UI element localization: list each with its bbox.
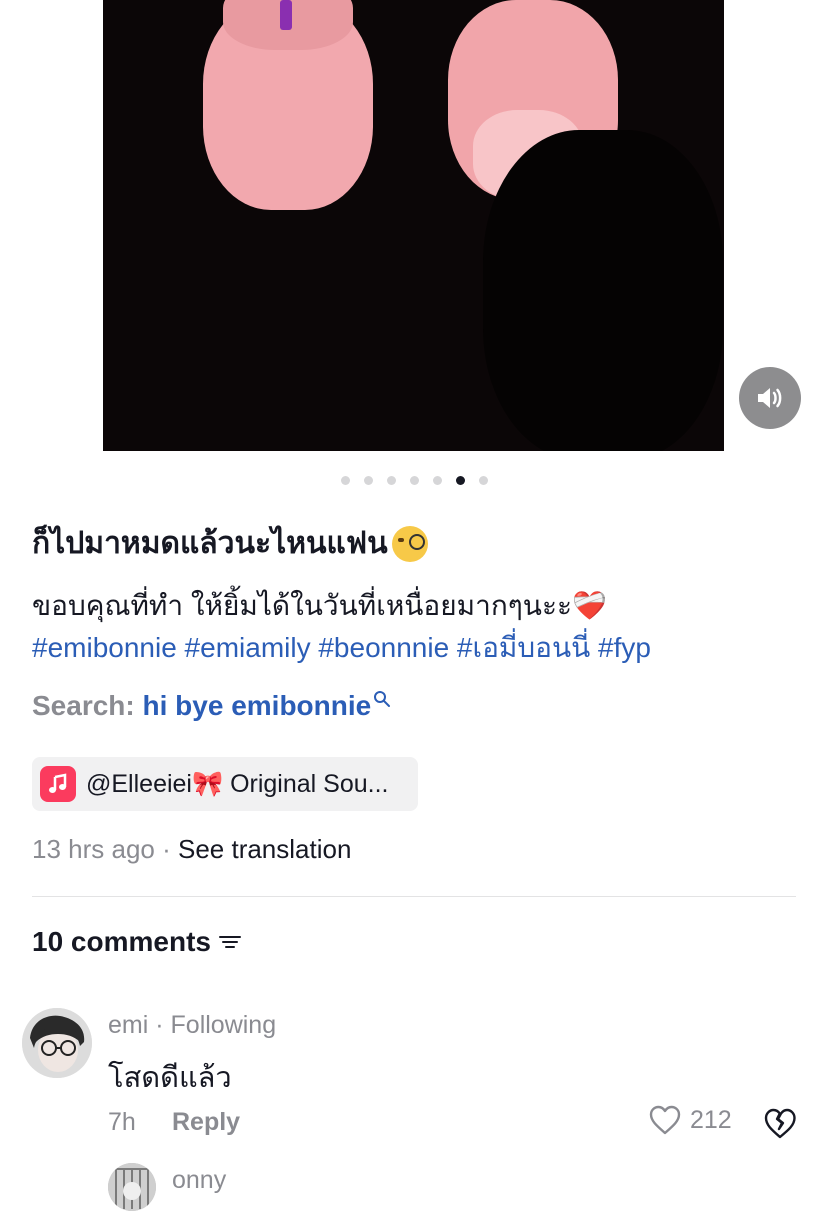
search-suggestion[interactable]: Search: hi bye emibonnie bbox=[32, 690, 391, 722]
carousel-dot[interactable] bbox=[363, 476, 373, 485]
sound-pill[interactable]: @Elleeiei🎀 Original Sou... bbox=[32, 757, 418, 811]
see-translation-link[interactable]: See translation bbox=[178, 834, 351, 864]
comment-text: โสดดีแล้ว bbox=[108, 1062, 232, 1094]
caption-title: ก็ไปมาหมดแล้วนะไหนแฟน bbox=[32, 520, 428, 567]
dislike-button[interactable] bbox=[762, 1106, 798, 1145]
following-label: · Following bbox=[148, 1011, 277, 1039]
carousel-dot[interactable] bbox=[478, 476, 488, 485]
reply-button[interactable]: Reply bbox=[172, 1108, 240, 1137]
search-prefix: Search: bbox=[32, 690, 135, 721]
divider bbox=[32, 896, 796, 897]
carousel-indicator bbox=[0, 476, 828, 485]
caption-body-text: ขอบคุณที่ทำ ให้ยิ้มได้ในวันที่เหนื่อยมาก… bbox=[32, 590, 573, 621]
carousel-dot[interactable] bbox=[386, 476, 396, 485]
caption-body: ขอบคุณที่ทำ ให้ยิ้มได้ในวันที่เหนื่อยมาก… bbox=[32, 585, 651, 669]
comment-like[interactable]: 212 bbox=[648, 1104, 732, 1136]
comments-header[interactable]: 10 comments bbox=[32, 926, 241, 958]
avatar[interactable] bbox=[22, 1008, 92, 1078]
heart-icon[interactable] bbox=[648, 1104, 682, 1136]
monocle-face-icon bbox=[391, 525, 428, 562]
like-count: 212 bbox=[690, 1105, 732, 1134]
comments-count: 10 comments bbox=[32, 926, 211, 957]
meta-separator: · bbox=[154, 834, 178, 864]
volume-button[interactable] bbox=[739, 367, 801, 429]
comment-time: 7h bbox=[108, 1108, 136, 1136]
sort-icon[interactable] bbox=[218, 933, 241, 951]
comment-author[interactable]: emi · Following bbox=[108, 1011, 276, 1040]
sound-handle: @Elleeiei bbox=[86, 769, 192, 798]
carousel-dot[interactable] bbox=[340, 476, 350, 485]
post-image[interactable] bbox=[103, 0, 724, 451]
speaker-icon bbox=[758, 388, 782, 408]
search-icon bbox=[374, 691, 391, 707]
post-meta: 13 hrs ago · See translation bbox=[32, 834, 351, 865]
reply-author[interactable]: onny bbox=[172, 1166, 226, 1195]
mending-heart-icon: ❤️‍🩹 bbox=[572, 590, 607, 621]
post-time: 13 hrs ago bbox=[32, 834, 155, 864]
search-term[interactable]: hi bye emibonnie bbox=[143, 690, 372, 721]
sound-title: @Elleeiei🎀 Original Sou... bbox=[86, 770, 388, 799]
sound-name: Original Sou... bbox=[223, 769, 389, 798]
broken-heart-icon bbox=[764, 1108, 796, 1139]
reply-avatar[interactable] bbox=[108, 1163, 156, 1211]
music-note-icon bbox=[40, 766, 76, 802]
image-microphone bbox=[280, 0, 292, 30]
carousel-dot[interactable] bbox=[409, 476, 419, 485]
ribbon-icon: 🎀 bbox=[191, 769, 224, 798]
comment-author-name[interactable]: emi bbox=[108, 1011, 148, 1039]
image-foreground-silhouette bbox=[483, 130, 723, 451]
carousel-dot[interactable] bbox=[432, 476, 442, 485]
carousel-dot[interactable] bbox=[455, 476, 465, 485]
caption-title-text: ก็ไปมาหมดแล้วนะไหนแฟน bbox=[32, 527, 388, 560]
hashtags[interactable]: #emibonnie #emiamily #beonnnie #เอมี่บอน… bbox=[32, 627, 651, 669]
